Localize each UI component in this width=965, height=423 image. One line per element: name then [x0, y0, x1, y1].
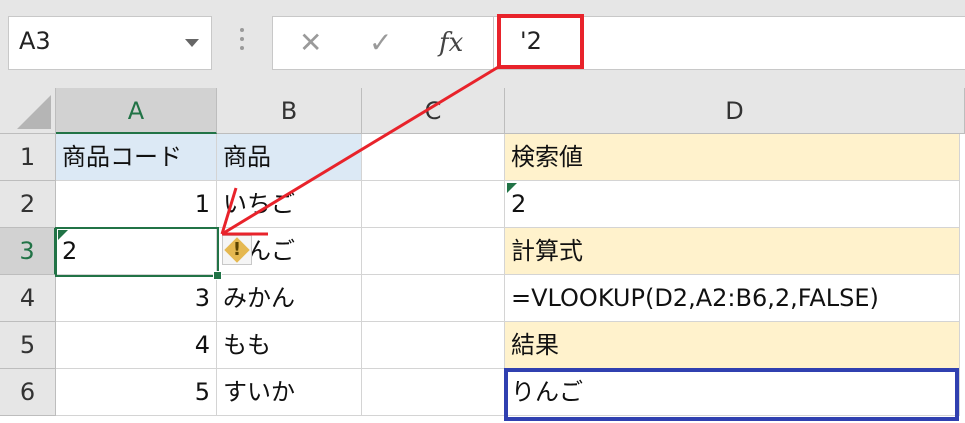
annotation-arrow-icon	[220, 64, 501, 236]
